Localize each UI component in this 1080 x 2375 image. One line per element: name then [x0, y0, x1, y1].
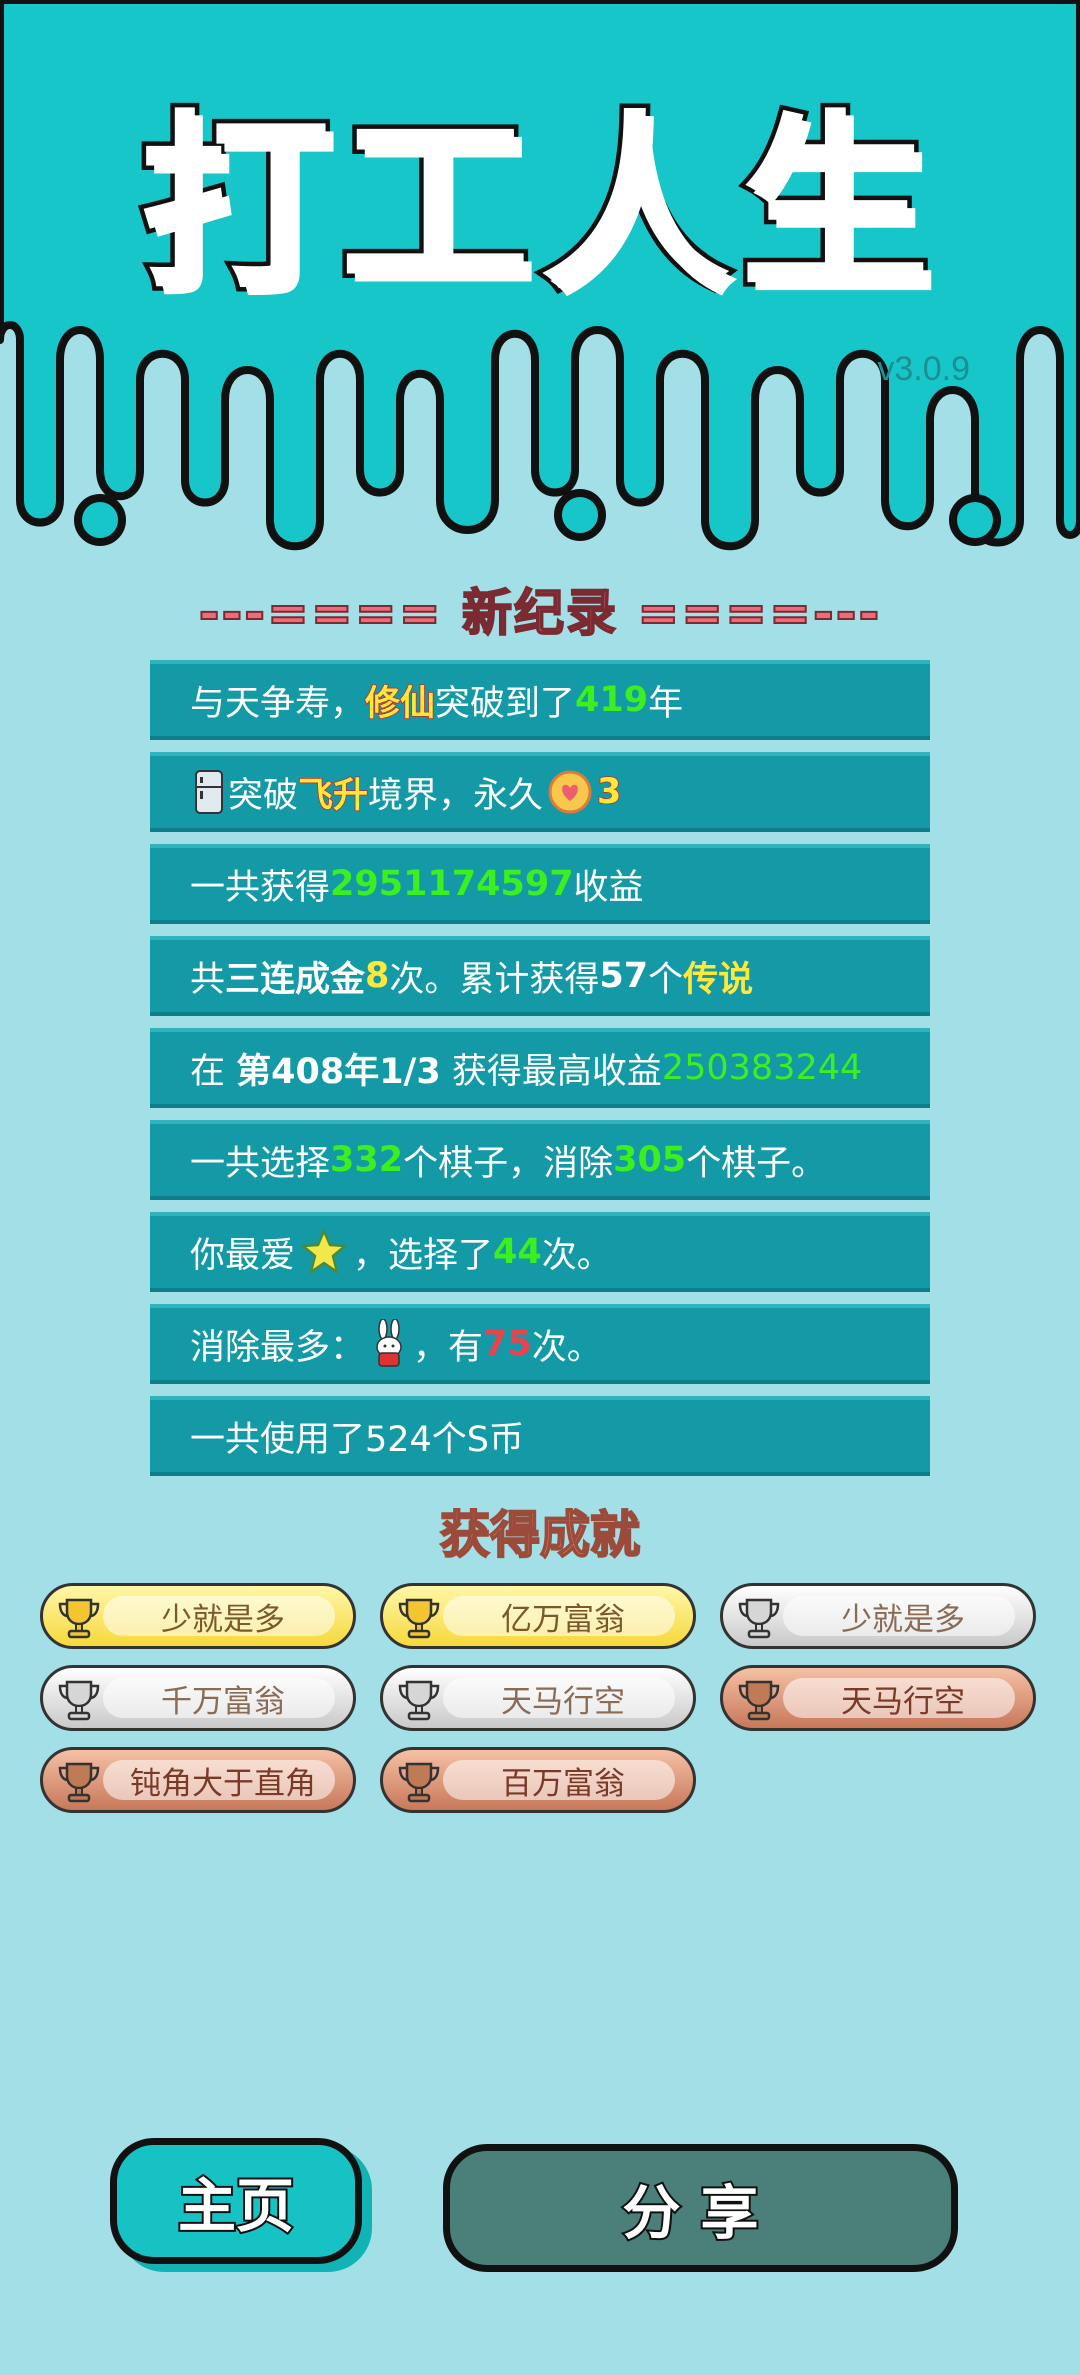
stat-text: 你最爱 — [190, 1235, 296, 1276]
stat-highlight: 修仙 — [364, 683, 436, 725]
new-record-heading: ---==== 新纪录 ====--- — [198, 583, 882, 643]
game-title: 打工人生 — [135, 90, 940, 319]
stat-text: 一共获得 — [190, 867, 331, 908]
stat-row-ascension: 突破 飞升 境界，永久 3 — [150, 752, 930, 832]
stat-text: 突破到了 — [435, 683, 576, 724]
stat-value: 44 — [493, 1232, 542, 1272]
stat-text: 个 — [648, 959, 684, 1000]
achievement-badge[interactable]: 少就是多 — [40, 1583, 356, 1649]
stat-text: 个棋子，消除 — [403, 1143, 614, 1184]
stat-text: 一共选择 — [190, 1143, 331, 1184]
trophy-icon — [58, 1762, 100, 1803]
stat-text: 获得最高收益 — [440, 1051, 662, 1092]
coin-heart-icon — [548, 770, 592, 814]
stat-text: 境界，永久 — [368, 775, 544, 816]
stat-highlight: 三连成金 — [225, 959, 366, 1000]
achievement-badge[interactable]: 少就是多 — [720, 1583, 1036, 1649]
stat-value: 2951174597 — [330, 864, 574, 904]
stat-value: 250383244 — [661, 1048, 863, 1088]
trophy-icon — [58, 1598, 100, 1639]
trophy-icon — [398, 1680, 440, 1721]
stat-value: 57 — [599, 956, 649, 996]
stat-text: 年 — [648, 683, 684, 724]
stat-row-pieces: 一共选择 332 个棋子，消除 305 个棋子。 — [150, 1120, 930, 1200]
stats-list: 与天争寿， 修仙 突破到了 419 年 突破 飞升 境界，永久 3 一共获得 2… — [150, 660, 930, 1488]
trophy-icon — [738, 1598, 780, 1639]
version-label: v3.0.9 — [877, 350, 970, 388]
stat-value: 8 — [365, 956, 390, 996]
stat-row-coins: 一共使用了524个S币 — [150, 1396, 930, 1476]
stat-text: 突破 — [228, 775, 299, 816]
stat-highlight: 第408年1/3 — [236, 1051, 441, 1092]
badge-label: 天马行空 — [501, 1683, 625, 1720]
badge-label: 钝角大于直角 — [130, 1765, 316, 1802]
stat-text: 在 — [190, 1051, 237, 1092]
stat-value: 75 — [483, 1324, 532, 1364]
stat-text: ，选择了 — [353, 1235, 494, 1276]
share-button[interactable]: 分享 — [443, 2144, 958, 2272]
achievement-badge[interactable]: 天马行空 — [720, 1665, 1036, 1731]
stat-highlight: 飞升 — [297, 775, 369, 817]
badge-label: 少就是多 — [161, 1601, 285, 1638]
badge-label: 天马行空 — [841, 1683, 965, 1720]
stat-value: 419 — [575, 680, 649, 720]
stat-text: 个棋子。 — [686, 1143, 827, 1184]
star-icon — [301, 1229, 347, 1274]
stat-text: ，有 — [413, 1327, 484, 1368]
stat-text: 与天争寿， — [190, 683, 366, 724]
stat-row-income: 一共获得 2951174597 收益 — [150, 844, 930, 924]
trophy-icon — [58, 1680, 100, 1721]
stat-text: 收益 — [573, 867, 644, 908]
home-button[interactable]: 主页 — [110, 2138, 362, 2264]
stat-text: 次。 — [541, 1235, 612, 1276]
badge-label: 千万富翁 — [161, 1683, 285, 1720]
stat-text: 一共使用了524个S币 — [190, 1419, 525, 1460]
rabbit-icon — [376, 1319, 402, 1367]
achievements-heading: 获得成就 — [439, 1505, 641, 1565]
stat-row-triple: 共 三连成金 8 次。累计获得 57 个 传说 — [150, 936, 930, 1016]
stat-value: 3 — [596, 771, 622, 813]
badge-label: 亿万富翁 — [501, 1601, 625, 1638]
achievement-badge[interactable]: 钝角大于直角 — [40, 1747, 356, 1813]
achievement-badge[interactable]: 天马行空 — [380, 1665, 696, 1731]
stat-row-best-income: 在 第408年1/3 获得最高收益 250383244 — [150, 1028, 930, 1108]
stat-row-favorite: 你最爱 ，选择了 44 次。 — [150, 1212, 930, 1292]
stat-text: 次。累计获得 — [389, 959, 600, 1000]
achievement-badge[interactable]: 千万富翁 — [40, 1665, 356, 1731]
stat-text: 消除最多： — [190, 1327, 366, 1368]
stat-text: 次。 — [531, 1327, 602, 1368]
stat-value: 332 — [330, 1140, 404, 1180]
stat-row-most-removed: 消除最多： ，有 75 次。 — [150, 1304, 930, 1384]
stat-text: 共 — [190, 959, 226, 1000]
badge-label: 少就是多 — [841, 1601, 965, 1638]
trophy-icon — [738, 1680, 780, 1721]
trophy-icon — [398, 1598, 440, 1639]
stat-highlight: 传说 — [683, 959, 754, 1000]
achievement-badge[interactable]: 百万富翁 — [380, 1747, 696, 1813]
badge-label: 百万富翁 — [501, 1765, 625, 1802]
stat-row-cultivation: 与天争寿， 修仙 突破到了 419 年 — [150, 660, 930, 740]
trophy-icon — [398, 1762, 440, 1803]
stat-value: 305 — [613, 1140, 687, 1180]
fridge-icon — [195, 770, 223, 814]
achievement-badge[interactable]: 亿万富翁 — [380, 1583, 696, 1649]
